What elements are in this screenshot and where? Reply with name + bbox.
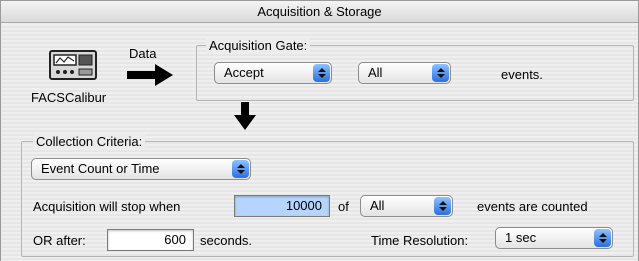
data-label: Data xyxy=(129,46,157,61)
gate-mode-popup[interactable]: Accept xyxy=(214,62,332,84)
popup-arrows-icon xyxy=(432,64,449,82)
event-count-field[interactable]: 10000 xyxy=(234,195,330,217)
popup-arrows-icon xyxy=(434,197,451,215)
time-resolution-popup[interactable]: 1 sec xyxy=(495,227,613,249)
device-label: FACSCalibur xyxy=(31,90,107,105)
popup-arrows-icon xyxy=(313,64,330,82)
or-after-label: OR after: xyxy=(33,233,86,248)
criteria-value: Event Count or Time xyxy=(41,161,160,176)
stop-condition-label: Acquisition will stop when xyxy=(33,199,181,214)
window-title: Acquisition & Storage xyxy=(1,1,638,23)
gate-selection-popup[interactable]: All xyxy=(358,62,451,84)
criteria-popup[interactable]: Event Count or Time xyxy=(31,158,251,180)
gate-selection-value: All xyxy=(368,65,383,80)
count-gate-popup[interactable]: All xyxy=(360,195,453,217)
gate-events-suffix: events. xyxy=(501,67,543,82)
gate-mode-value: Accept xyxy=(224,65,264,80)
acquisition-storage-window: Acquisition & Storage FACSCalibur Data A… xyxy=(0,0,639,261)
down-arrow-icon xyxy=(234,102,256,130)
collection-criteria-label: Collection Criteria: xyxy=(33,134,146,149)
data-arrow-icon xyxy=(127,64,173,86)
time-resolution-value: 1 sec xyxy=(505,230,537,245)
count-gate-value: All xyxy=(370,198,385,213)
time-resolution-label: Time Resolution: xyxy=(371,233,469,248)
popup-arrows-icon xyxy=(594,229,611,247)
events-counted-label: events are counted xyxy=(477,199,588,214)
cytometer-icon xyxy=(49,50,97,80)
seconds-field[interactable]: 600 xyxy=(107,229,194,251)
acquisition-gate-label: Acquisition Gate: xyxy=(206,38,311,53)
popup-arrows-icon xyxy=(232,160,249,178)
seconds-label: seconds. xyxy=(200,233,253,248)
of-label: of xyxy=(338,199,349,214)
